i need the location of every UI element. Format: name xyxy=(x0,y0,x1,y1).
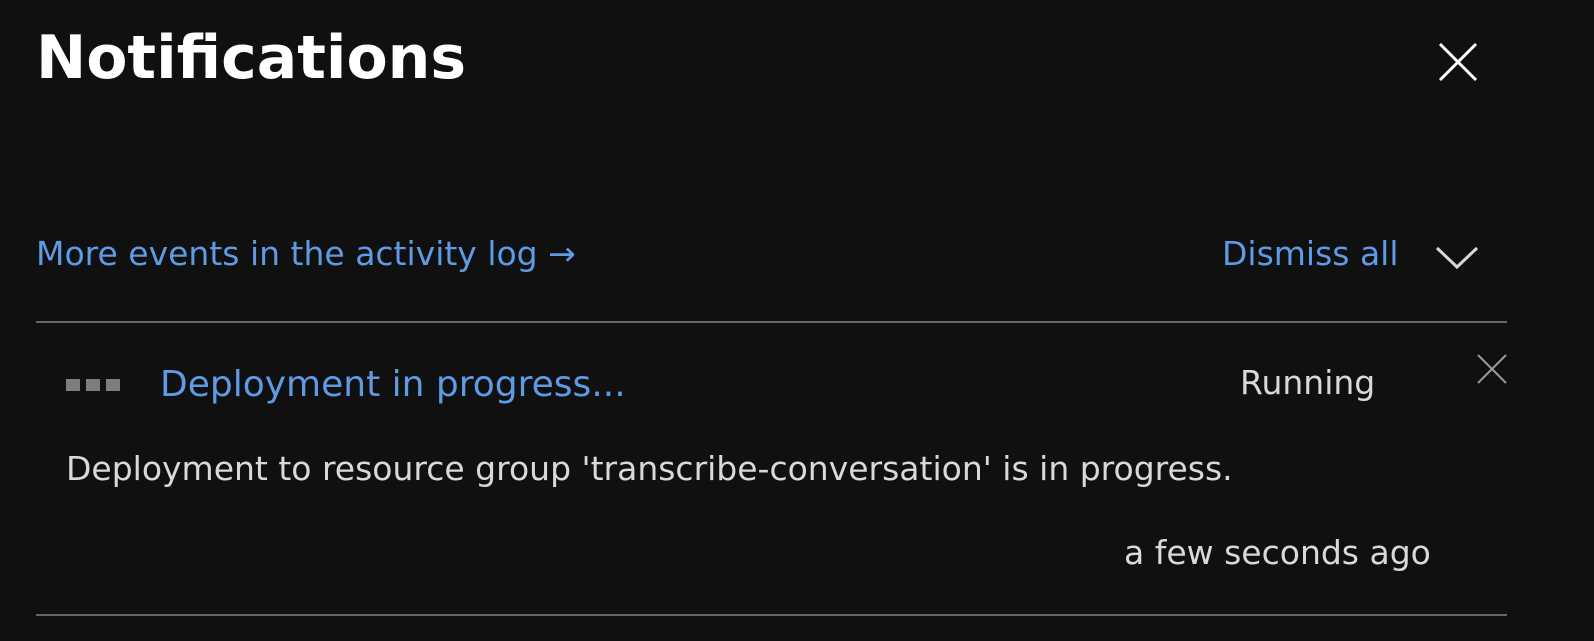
divider xyxy=(36,614,1507,616)
notification-message: Deployment to resource group 'transcribe… xyxy=(66,449,1233,488)
dismiss-all-button[interactable]: Dismiss all xyxy=(1222,234,1399,274)
close-icon xyxy=(1477,354,1507,384)
notifications-panel: Notifications More events in the activit… xyxy=(0,0,1594,641)
chevron-down-icon xyxy=(1435,246,1479,270)
progress-dots-icon xyxy=(66,379,120,391)
activity-log-link[interactable]: More events in the activity log → xyxy=(36,234,576,274)
panel-title: Notifications xyxy=(36,23,467,93)
collapse-button[interactable] xyxy=(1432,240,1482,274)
close-panel-button[interactable] xyxy=(1436,40,1480,84)
dismiss-notification-button[interactable] xyxy=(1476,353,1508,385)
notification-timestamp: a few seconds ago xyxy=(1124,533,1431,572)
notification-status: Running xyxy=(1240,363,1376,402)
notification-item[interactable]: Deployment in progress... Running Deploy… xyxy=(36,323,1507,614)
notification-title[interactable]: Deployment in progress... xyxy=(160,363,626,406)
close-icon xyxy=(1438,42,1478,82)
